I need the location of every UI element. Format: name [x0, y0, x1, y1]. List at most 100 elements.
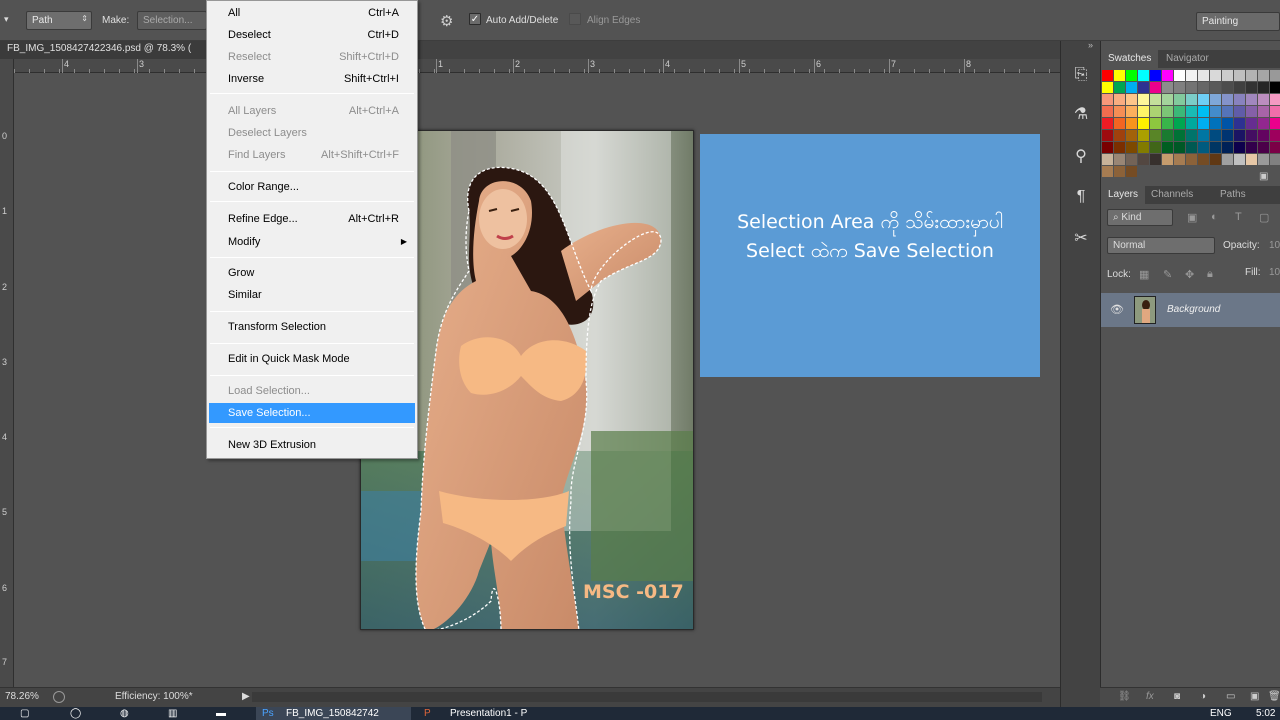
- swatch[interactable]: [1138, 130, 1149, 141]
- swatch[interactable]: [1210, 142, 1221, 153]
- swatch[interactable]: [1102, 166, 1113, 177]
- swatch[interactable]: [1114, 94, 1125, 105]
- menu-item-transform-selection[interactable]: Transform Selection: [209, 317, 415, 337]
- swatch[interactable]: [1270, 118, 1280, 129]
- swatch[interactable]: [1102, 94, 1113, 105]
- collapse-panels-icon[interactable]: »: [1088, 40, 1093, 50]
- gear-icon[interactable]: ⚙: [440, 12, 453, 30]
- swatch[interactable]: [1102, 82, 1113, 93]
- swatch[interactable]: [1198, 94, 1209, 105]
- swatch[interactable]: [1222, 118, 1233, 129]
- paragraph-icon[interactable]: ¶: [1069, 185, 1093, 209]
- path-mode-select[interactable]: Path ⇕: [26, 11, 92, 30]
- swatch[interactable]: [1210, 94, 1221, 105]
- lock-position-icon[interactable]: ✥: [1185, 268, 1194, 281]
- menu-item-refine-edge[interactable]: Refine Edge... Alt+Ctrl+R: [209, 209, 415, 229]
- adjustment-layer-icon[interactable]: ◑: [1200, 691, 1206, 702]
- tab-navigator[interactable]: Navigator: [1159, 50, 1216, 68]
- link-layers-icon[interactable]: ⛓: [1118, 691, 1131, 702]
- folder-icon[interactable]: ▬: [216, 708, 226, 719]
- tab-layers[interactable]: Layers: [1101, 186, 1146, 204]
- swatch[interactable]: [1258, 154, 1269, 165]
- properties-icon[interactable]: ⚗: [1069, 103, 1093, 127]
- swatch[interactable]: [1234, 106, 1245, 117]
- swatch[interactable]: [1114, 118, 1125, 129]
- clock[interactable]: 5:02: [1256, 708, 1275, 719]
- menu-item-load-selection[interactable]: Load Selection...: [209, 381, 415, 401]
- layer-mask-icon[interactable]: ◙: [1174, 691, 1180, 702]
- swatch[interactable]: [1102, 130, 1113, 141]
- swatch[interactable]: [1126, 70, 1137, 81]
- menu-item-all[interactable]: All Ctrl+A: [209, 3, 415, 23]
- swatch[interactable]: [1150, 82, 1161, 93]
- swatch[interactable]: [1258, 118, 1269, 129]
- swatch[interactable]: [1270, 94, 1280, 105]
- swatch[interactable]: [1222, 142, 1233, 153]
- tab-paths[interactable]: Paths: [1213, 186, 1253, 204]
- swatch[interactable]: [1234, 142, 1245, 153]
- swatch[interactable]: [1210, 82, 1221, 93]
- vertical-ruler[interactable]: 0 1 2 3 4 5 6 7: [0, 59, 14, 687]
- swatch[interactable]: [1174, 94, 1185, 105]
- swatch[interactable]: [1198, 118, 1209, 129]
- swatch[interactable]: [1138, 82, 1149, 93]
- swatch[interactable]: [1150, 130, 1161, 141]
- menu-item-new-3d-extrusion[interactable]: New 3D Extrusion: [209, 435, 415, 455]
- swatch[interactable]: [1162, 70, 1173, 81]
- swatch[interactable]: [1102, 106, 1113, 117]
- swatch[interactable]: [1174, 154, 1185, 165]
- swatch[interactable]: [1174, 106, 1185, 117]
- swatch[interactable]: [1126, 154, 1137, 165]
- menu-item-edit-in-quick-mask-mode[interactable]: Edit in Quick Mask Mode: [209, 349, 415, 369]
- swatch[interactable]: [1186, 82, 1197, 93]
- swatch[interactable]: [1102, 118, 1113, 129]
- swatch[interactable]: [1174, 142, 1185, 153]
- swatch[interactable]: [1222, 154, 1233, 165]
- swatch[interactable]: [1270, 154, 1280, 165]
- swatch[interactable]: [1126, 82, 1137, 93]
- menu-item-similar[interactable]: Similar: [209, 285, 415, 305]
- menu-item-color-range[interactable]: Color Range...: [209, 177, 415, 197]
- brush-icon[interactable]: ⚲: [1069, 145, 1093, 169]
- swatch[interactable]: [1138, 118, 1149, 129]
- swatch[interactable]: [1246, 142, 1257, 153]
- browser-icon[interactable]: ◍: [120, 708, 129, 719]
- swatch[interactable]: [1114, 130, 1125, 141]
- swatch[interactable]: [1222, 106, 1233, 117]
- lock-transparent-icon[interactable]: ▦: [1139, 268, 1149, 281]
- tab-channels[interactable]: Channels: [1144, 186, 1200, 204]
- swatch[interactable]: [1234, 130, 1245, 141]
- lock-pixels-icon[interactable]: ✎: [1163, 268, 1172, 281]
- new-swatch-icon[interactable]: ▣: [1259, 171, 1268, 182]
- swatch[interactable]: [1102, 154, 1113, 165]
- shape-filter-icon[interactable]: ▢: [1259, 211, 1269, 224]
- swatch[interactable]: [1246, 106, 1257, 117]
- swatch[interactable]: [1114, 154, 1125, 165]
- swatch[interactable]: [1186, 118, 1197, 129]
- auto-add-delete-checkbox[interactable]: ✓: [469, 13, 481, 25]
- start-icon[interactable]: ▢: [20, 708, 29, 719]
- tool-preset-dropdown[interactable]: ▾: [4, 14, 14, 24]
- swatch[interactable]: [1138, 142, 1149, 153]
- swatch[interactable]: [1210, 130, 1221, 141]
- swatch[interactable]: [1258, 94, 1269, 105]
- adjustment-filter-icon[interactable]: ◐: [1211, 211, 1218, 223]
- swatch[interactable]: [1270, 106, 1280, 117]
- horizontal-scrollbar[interactable]: [252, 692, 1042, 702]
- swatch[interactable]: [1234, 118, 1245, 129]
- swatch[interactable]: [1258, 82, 1269, 93]
- type-filter-icon[interactable]: T: [1235, 211, 1242, 223]
- menu-item-find-layers[interactable]: Find Layers Alt+Shift+Ctrl+F: [209, 145, 415, 165]
- swatch[interactable]: [1150, 142, 1161, 153]
- swatch[interactable]: [1114, 82, 1125, 93]
- store-icon[interactable]: ▥: [168, 708, 177, 719]
- swatch[interactable]: [1270, 82, 1280, 93]
- status-menu-arrow-icon[interactable]: ▶: [242, 691, 250, 702]
- swatch[interactable]: [1114, 106, 1125, 117]
- swatch[interactable]: [1162, 130, 1173, 141]
- swatch[interactable]: [1162, 94, 1173, 105]
- cortana-icon[interactable]: ◯: [70, 708, 81, 719]
- swatch[interactable]: [1234, 154, 1245, 165]
- swatch[interactable]: [1270, 130, 1280, 141]
- make-selection-button[interactable]: Selection...: [137, 11, 207, 30]
